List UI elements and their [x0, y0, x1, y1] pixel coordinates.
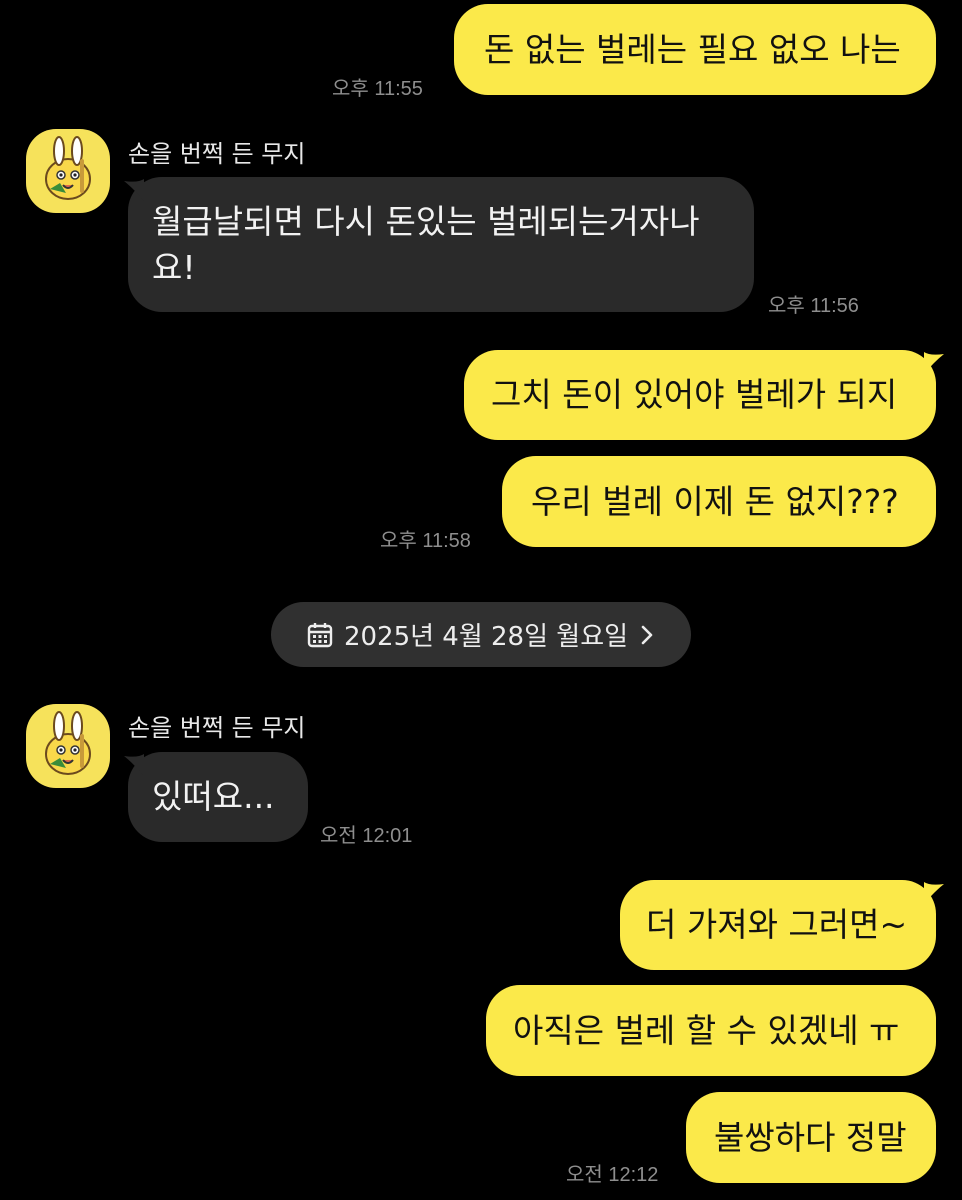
- message-text: 더 가져와 그러면~: [646, 905, 908, 944]
- sender-name: 손을 번쩍 든 무지: [128, 714, 306, 742]
- muzi-avatar-icon: [45, 136, 91, 200]
- sender-name: 손을 번쩍 든 무지: [128, 140, 306, 168]
- message-time: 오전 12:01: [320, 825, 413, 847]
- message-bubble-received[interactable]: 월급날되면 다시 돈있는 벌레되는거자나 요!: [128, 177, 754, 312]
- message-text: 우리 벌레 이제 돈 없지???: [531, 481, 899, 521]
- message-bubble-sent[interactable]: 더 가져와 그러면~: [620, 880, 936, 970]
- message-bubble-sent[interactable]: 우리 벌레 이제 돈 없지???: [502, 456, 936, 547]
- avatar[interactable]: [26, 129, 110, 213]
- message-bubble-sent[interactable]: 아직은 벌레 할 수 있겠네 ㅠ: [486, 985, 936, 1076]
- bubble-tail: [924, 882, 944, 904]
- message-text-line: 요!: [152, 248, 196, 287]
- muzi-avatar-icon: [45, 711, 91, 775]
- message-text-line: 월급날되면 다시 돈있는 벌레되는거자나: [152, 202, 700, 241]
- message-text: 아직은 벌레 할 수 있겠네 ㅠ: [513, 1010, 900, 1050]
- message-text: 돈 없는 벌레는 필요 없오 나는: [484, 29, 901, 69]
- chevron-right-icon: [641, 625, 653, 644]
- message-text: 그치 돈이 있어야 벌레가 되지: [491, 375, 898, 414]
- bubble-tail: [124, 754, 144, 776]
- message-bubble-sent[interactable]: 돈 없는 벌레는 필요 없오 나는: [454, 4, 936, 95]
- date-label: 2025년 4월 28일 월요일: [343, 622, 629, 652]
- message-bubble-sent[interactable]: 불쌍하다 정말: [686, 1092, 936, 1183]
- message-bubble-sent[interactable]: 그치 돈이 있어야 벌레가 되지: [464, 350, 936, 440]
- message-bubble-received[interactable]: 있떠요...: [128, 752, 308, 842]
- message-text: 불쌍하다 정말: [714, 1117, 907, 1157]
- message-time: 오후 11:55: [332, 78, 423, 100]
- message-time: 오후 11:58: [380, 530, 471, 552]
- message-time: 오후 11:56: [768, 295, 859, 317]
- bubble-tail: [124, 179, 144, 201]
- date-divider[interactable]: 2025년 4월 28일 월요일: [271, 602, 691, 667]
- bubble-tail: [924, 352, 944, 374]
- calendar-icon: [307, 622, 333, 647]
- avatar[interactable]: [26, 704, 110, 788]
- message-text: 있떠요...: [152, 777, 275, 816]
- message-time: 오전 12:12: [566, 1164, 659, 1186]
